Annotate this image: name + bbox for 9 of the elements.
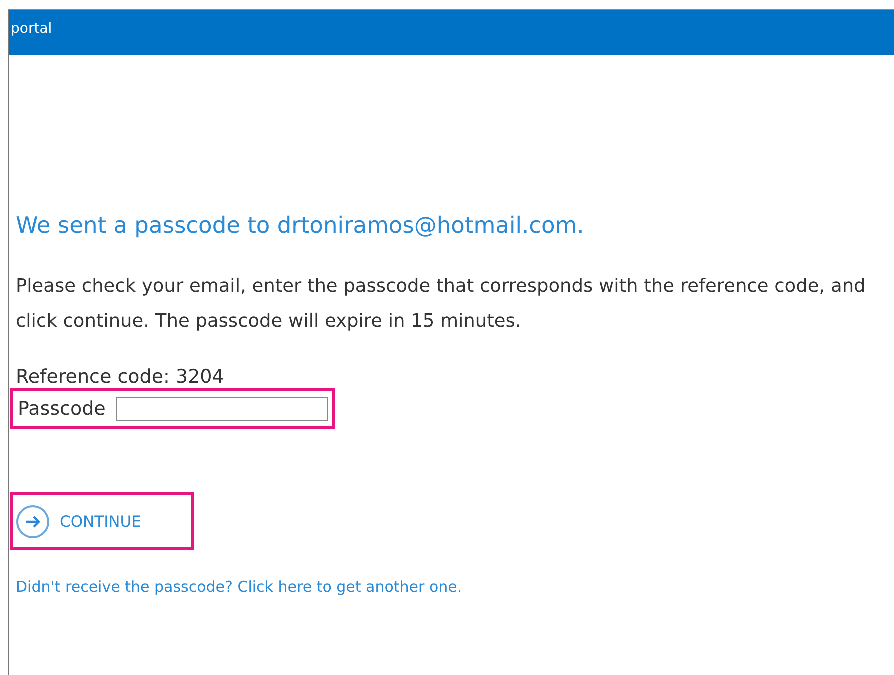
continue-button[interactable]: CONTINUE <box>60 513 142 531</box>
instructions-text: Please check your email, enter the passcode that corresponds with the reference code, and click continue. The passcode will expire in 15 minutes. <box>16 275 867 334</box>
passcode-field[interactable] <box>116 397 328 421</box>
heading: We sent a passcode to drtoniramos@hotmail.com. <box>16 213 584 239</box>
window-title: portal <box>10 20 52 36</box>
resend-link[interactable]: Didn't receive the passcode? Click here to get another one. <box>16 578 462 596</box>
reference-code: Reference code: 3204 <box>16 366 224 388</box>
passcode-label: Passcode <box>18 398 106 420</box>
arrow-circle-icon[interactable] <box>16 505 50 539</box>
